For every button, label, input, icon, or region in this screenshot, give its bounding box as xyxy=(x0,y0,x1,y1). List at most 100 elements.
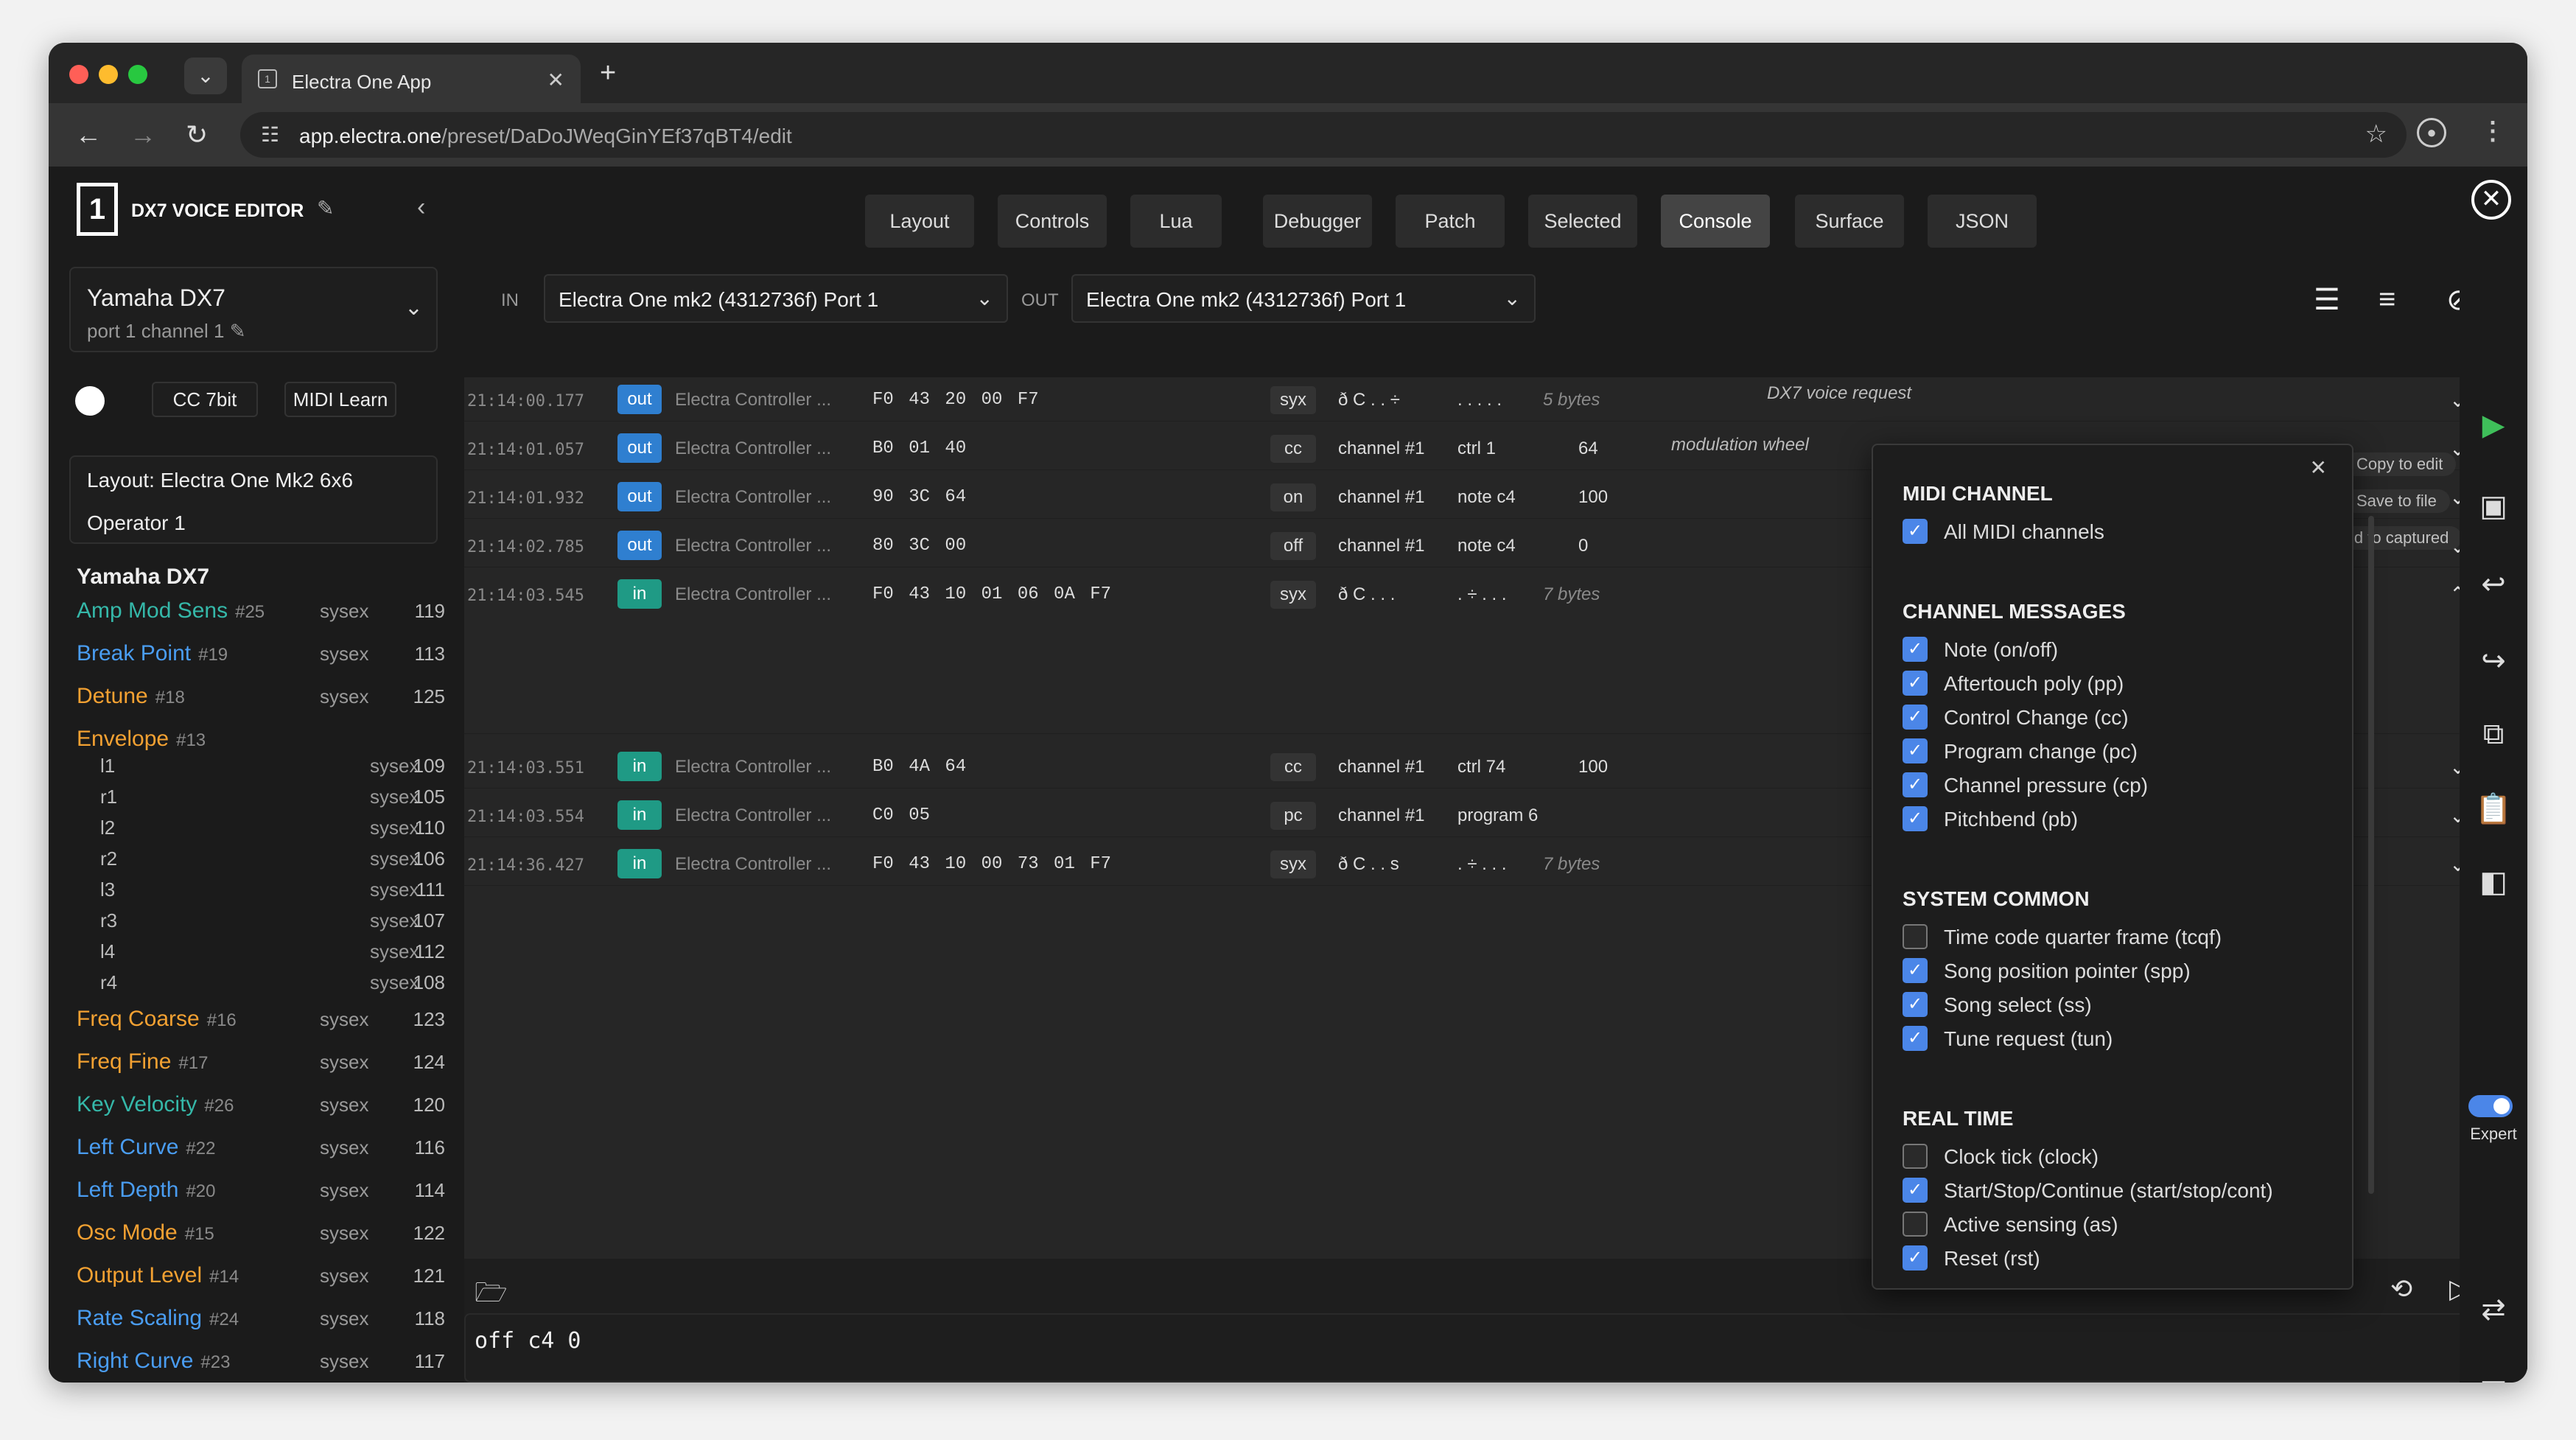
minimize-window-button[interactable] xyxy=(99,65,118,84)
param-value: 113 xyxy=(414,643,445,665)
param-row[interactable]: Osc Mode #15 sysex 122 xyxy=(77,1220,445,1250)
checkbox-box[interactable]: ✓ xyxy=(1903,705,1928,730)
param-row[interactable]: Key Velocity #26 sysex 120 xyxy=(77,1092,445,1122)
tab-selected[interactable]: Selected xyxy=(1528,195,1637,248)
tab-surface[interactable]: Surface xyxy=(1795,195,1904,248)
param-value: 125 xyxy=(413,685,445,707)
tab-console[interactable]: Console xyxy=(1661,195,1770,248)
tab-patch[interactable]: Patch xyxy=(1396,195,1505,248)
envelope-item[interactable]: r1 sysex 105 xyxy=(100,786,445,812)
command-input[interactable]: off c4 0 xyxy=(464,1313,2491,1383)
reload-icon[interactable]: ↻ xyxy=(186,119,208,150)
checkbox-box[interactable]: ✓ xyxy=(1903,519,1928,544)
in-port-select[interactable]: Electra One mk2 (4312736f) Port 1 ⌄ xyxy=(544,274,1008,323)
log-field-2: . ÷ . . . xyxy=(1457,854,1507,874)
envelope-item[interactable]: l4 sysex 112 xyxy=(100,940,445,967)
param-row[interactable]: Output Level #14 sysex 121 xyxy=(77,1263,445,1293)
checkbox-box[interactable]: ✓ xyxy=(1903,958,1928,983)
envelope-item[interactable]: r2 sysex 106 xyxy=(100,847,445,874)
copy-to-edit-button[interactable]: Copy to edit xyxy=(2343,452,2457,476)
checkbox-box[interactable]: ✓ xyxy=(1903,637,1928,662)
log-row[interactable]: 21:14:00.177 out Electra Controller ... F0 … xyxy=(464,377,2491,422)
checkbox-box[interactable] xyxy=(1903,1212,1928,1237)
url-field[interactable]: ☷ app.electra.one/preset/DaDoJWeqGinYEf3… xyxy=(240,112,2407,158)
param-row[interactable]: Freq Coarse #16 sysex 123 xyxy=(77,1007,445,1036)
checkbox-box[interactable]: ✓ xyxy=(1903,1026,1928,1051)
cc-mode-button[interactable]: CC 7bit xyxy=(152,382,258,417)
save-icon[interactable]: ▣ xyxy=(2460,489,2527,523)
tab-layout[interactable]: Layout xyxy=(865,195,974,248)
run-play-icon[interactable]: ▶ xyxy=(2460,408,2527,442)
param-row[interactable]: Freq Fine #17 sysex 124 xyxy=(77,1049,445,1079)
panel-toggle-icon[interactable]: ◧ xyxy=(2460,865,2527,899)
checkbox-box[interactable]: ✓ xyxy=(1903,671,1928,696)
envelope-item-type: sysex xyxy=(370,755,419,777)
param-row[interactable]: Amp Mod Sens #25 sysex 119 xyxy=(77,598,445,628)
save-to-file-button[interactable]: Save to file xyxy=(2343,489,2450,513)
param-row[interactable]: Left Depth #20 sysex 114 xyxy=(77,1178,445,1207)
forward-arrow-icon[interactable]: → xyxy=(130,119,156,150)
paste-icon[interactable]: 📋 xyxy=(2460,791,2527,826)
expert-toggle[interactable] xyxy=(2468,1095,2513,1117)
checkbox-box[interactable]: ✓ xyxy=(1903,1178,1928,1203)
checkbox-box[interactable] xyxy=(1903,924,1928,949)
message-type-badge: on xyxy=(1270,483,1316,511)
tab-debugger[interactable]: Debugger xyxy=(1263,195,1372,248)
browser-tab[interactable]: 1 Electra One App ✕ xyxy=(242,55,581,103)
out-port-value: Electra One mk2 (4312736f) Port 1 xyxy=(1086,288,1407,311)
copy-icon[interactable]: ⧉ xyxy=(2460,718,2527,751)
param-row[interactable]: Break Point #19 sysex 113 xyxy=(77,641,445,671)
checkbox-box[interactable] xyxy=(1903,1144,1928,1169)
envelope-item[interactable]: l3 sysex 111 xyxy=(100,878,445,905)
device-selector[interactable]: Yamaha DX7 port 1 channel 1 ✎ ⌄ xyxy=(69,267,438,352)
open-folder-icon[interactable]: 🗁 xyxy=(475,1273,508,1318)
midi-learn-button[interactable]: MIDI Learn xyxy=(284,382,396,417)
calculator-icon[interactable]: ▤ xyxy=(2460,1374,2527,1383)
envelope-item[interactable]: l1 sysex 109 xyxy=(100,755,445,781)
checkbox-box[interactable]: ✓ xyxy=(1903,772,1928,797)
param-type: sysex xyxy=(320,1136,369,1158)
layout-info[interactable]: Layout: Electra One Mk2 6x6 Operator 1 xyxy=(69,455,438,544)
close-icon[interactable]: ✕ xyxy=(2310,455,2327,480)
close-tab-icon[interactable]: ✕ xyxy=(547,68,564,92)
checkbox-box[interactable]: ✓ xyxy=(1903,806,1928,831)
value-toggle[interactable] xyxy=(75,386,105,416)
param-row[interactable]: Envelope #13 xyxy=(77,727,445,756)
history-icon[interactable]: ⟲ xyxy=(2390,1273,2412,1304)
group-title: Yamaha DX7 xyxy=(77,565,210,589)
filter-icon[interactable]: ≡ xyxy=(2379,283,2395,316)
out-port-select[interactable]: Electra One mk2 (4312736f) Port 1 ⌄ xyxy=(1071,274,1536,323)
profile-icon[interactable]: ● xyxy=(2417,118,2446,147)
undo-icon[interactable]: ↩ xyxy=(2460,567,2527,601)
tab-controls[interactable]: Controls xyxy=(998,195,1107,248)
tab-search-button[interactable]: ⌄ xyxy=(184,57,227,94)
checkbox-box[interactable]: ✓ xyxy=(1903,992,1928,1017)
close-editor-icon[interactable]: ✕ xyxy=(2471,180,2511,220)
site-settings-icon[interactable]: ☷ xyxy=(261,122,279,147)
envelope-item[interactable]: l2 sysex 110 xyxy=(100,817,445,843)
tab-json[interactable]: JSON xyxy=(1928,195,2037,248)
bookmark-star-icon[interactable]: ☆ xyxy=(2365,119,2387,149)
maximize-window-button[interactable] xyxy=(128,65,147,84)
param-type: sysex xyxy=(320,685,369,707)
swap-arrows-icon[interactable]: ⇄ xyxy=(2460,1293,2527,1327)
close-window-button[interactable] xyxy=(69,65,88,84)
envelope-item[interactable]: r3 sysex 107 xyxy=(100,909,445,936)
param-row[interactable]: Detune #18 sysex 125 xyxy=(77,684,445,713)
checkbox-box[interactable]: ✓ xyxy=(1903,1245,1928,1271)
checkbox-box[interactable]: ✓ xyxy=(1903,738,1928,763)
collapse-sidebar-icon[interactable]: ‹ xyxy=(417,193,425,222)
param-row[interactable]: Right Curve #23 sysex 117 xyxy=(77,1349,445,1378)
redo-icon[interactable]: ↪ xyxy=(2460,644,2527,678)
browser-menu-icon[interactable]: ⋮ xyxy=(2480,116,2505,146)
envelope-item[interactable]: r4 sysex 108 xyxy=(100,971,445,998)
param-row[interactable]: Left Curve #22 sysex 116 xyxy=(77,1135,445,1164)
edit-pencil-icon[interactable]: ✎ xyxy=(317,196,334,220)
filter-scrollbar[interactable] xyxy=(2368,516,2374,1194)
tab-lua[interactable]: Lua xyxy=(1130,195,1222,248)
list-view-icon[interactable]: ☰ xyxy=(2314,283,2340,317)
edit-pencil-icon[interactable]: ✎ xyxy=(230,320,246,342)
param-row[interactable]: Rate Scaling #24 sysex 118 xyxy=(77,1306,445,1335)
back-arrow-icon[interactable]: ← xyxy=(75,119,102,150)
new-tab-button[interactable]: + xyxy=(600,57,616,89)
